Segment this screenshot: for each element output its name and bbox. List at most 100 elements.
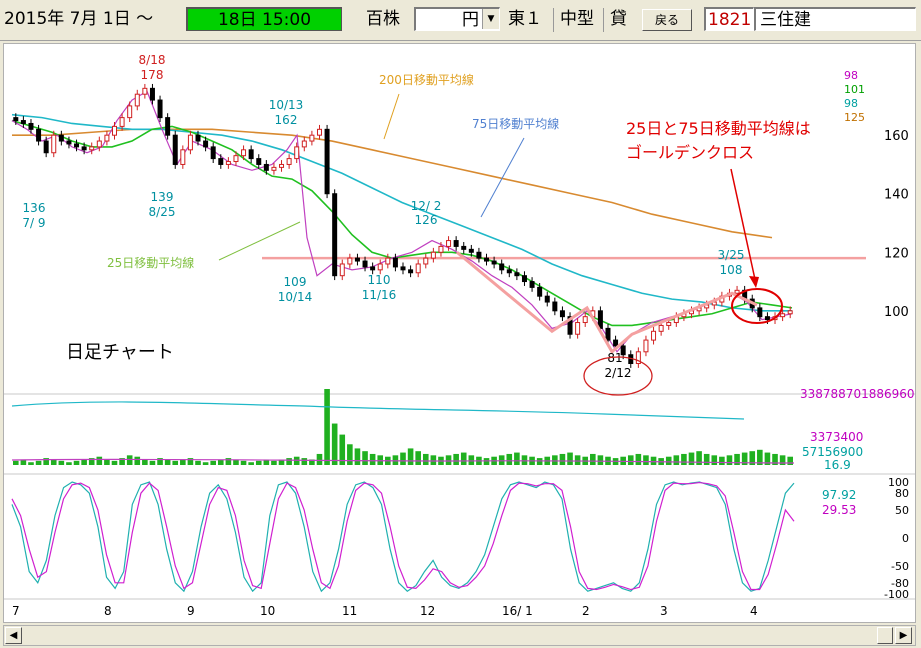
volume-value-label: 3387887018869600 [800, 387, 915, 401]
candle-body [134, 93, 140, 107]
callout-text: ゴールデンクロス [626, 143, 754, 162]
candle-body [354, 257, 360, 262]
horizontal-scrollbar[interactable]: ◀ ▶ [3, 625, 916, 646]
scroll-right-icon[interactable]: ▶ [895, 627, 912, 644]
unit-label: 百株 [366, 9, 400, 29]
volume-bar [536, 458, 543, 465]
candle-body [225, 161, 231, 165]
volume-bar [650, 456, 657, 465]
x-tick-label: 4 [750, 604, 758, 618]
callout-arrowhead [749, 276, 759, 288]
annotation-label: 126 [415, 213, 438, 227]
volume-value-label: 57156900 [802, 445, 863, 459]
currency-value: 円 [462, 10, 479, 30]
stock-name[interactable]: 三住建 [754, 7, 916, 31]
ma75-label-leader [480, 137, 525, 218]
candle-body [764, 316, 770, 321]
candle-body [506, 269, 512, 274]
candle-body [529, 281, 535, 288]
volume-bar [354, 448, 361, 465]
candle-body [256, 158, 262, 165]
candle-body [362, 260, 368, 268]
volume-bar [301, 458, 308, 465]
scroll-left-icon[interactable]: ◀ [5, 627, 22, 644]
candle-body [385, 257, 391, 265]
ma200-label: 200日移動平均線 [379, 72, 474, 87]
volume-bar [96, 456, 103, 465]
callout-text: 25日と75日移動平均線は [626, 119, 811, 138]
volume-bar [240, 460, 247, 465]
chart-title: 日足チャート [66, 342, 174, 363]
oscillator-tick-label: 80 [895, 487, 909, 500]
candle-body [294, 146, 300, 160]
candle-body [89, 146, 95, 151]
volume-bar [400, 452, 406, 465]
candle-body [476, 251, 482, 259]
volume-bar [28, 462, 34, 465]
candle-body [575, 322, 581, 335]
candle-body [263, 163, 269, 171]
price-tick-label: 160 [884, 129, 909, 144]
candle-body [210, 146, 216, 160]
period-display[interactable]: 18日 15:00 [186, 7, 342, 31]
annotation-label: 110 [368, 273, 391, 287]
ma-value-label: 101 [844, 83, 865, 96]
candle-body [309, 134, 315, 142]
scroll-thumb[interactable] [877, 627, 893, 644]
volume-bar [172, 460, 179, 465]
price-tick-label: 120 [884, 246, 909, 261]
volume-bar [726, 455, 733, 465]
volume-bar [50, 459, 57, 465]
candle-body [521, 275, 527, 283]
candle-body [757, 307, 763, 318]
x-tick-label: 2 [582, 604, 590, 618]
candle-body [438, 245, 444, 253]
candle-body [666, 322, 672, 326]
x-tick-label: 16/ 1 [502, 604, 533, 618]
ma-value-label: 98 [844, 69, 858, 82]
stock-code[interactable]: 1821 [704, 7, 754, 31]
volume-bar [688, 452, 695, 465]
volume-bar [225, 458, 232, 465]
market-label: 東１ [508, 8, 554, 32]
candle-body [271, 166, 277, 171]
volume-bar [597, 455, 604, 465]
annotation-label: 2/12 [605, 366, 632, 380]
candle-body [127, 105, 133, 119]
candle-body [347, 257, 353, 265]
ma-value-label: 98 [844, 97, 858, 110]
candle-body [408, 269, 414, 274]
candle-body [187, 134, 193, 151]
volume-bar [483, 458, 490, 465]
candle-body [81, 146, 87, 151]
currency-select[interactable]: 円 ▼ [414, 7, 500, 31]
candle-body [491, 260, 497, 265]
volume-bar [506, 453, 513, 465]
volume-bar [498, 455, 505, 465]
volume-bar [13, 460, 19, 465]
candle-body [499, 263, 505, 271]
candle-body [468, 248, 474, 253]
volume-value-label: 3373400 [810, 430, 863, 444]
candle-body [392, 257, 398, 268]
x-tick-label: 7 [12, 604, 20, 618]
volume-bar [643, 455, 649, 465]
volume-bar [164, 459, 171, 465]
annotation-label: 178 [141, 68, 164, 82]
candle-body [400, 266, 406, 271]
candle-body [643, 339, 649, 353]
x-tick-label: 11 [342, 604, 357, 618]
volume-bar [134, 456, 141, 465]
candle-body [552, 301, 558, 312]
volume-bar [202, 462, 209, 465]
chevron-down-icon[interactable]: ▼ [482, 9, 499, 29]
volume-bar [711, 455, 718, 465]
candle-body [58, 134, 64, 142]
candle-body [453, 240, 459, 247]
volume-bar [392, 455, 399, 465]
oscillator-tick-label: 50 [895, 504, 909, 517]
volume-bar [422, 453, 429, 465]
back-button[interactable]: 戻る [642, 9, 692, 31]
oscillator-tick-label: -50 [891, 560, 909, 573]
volume-bar [195, 460, 201, 465]
